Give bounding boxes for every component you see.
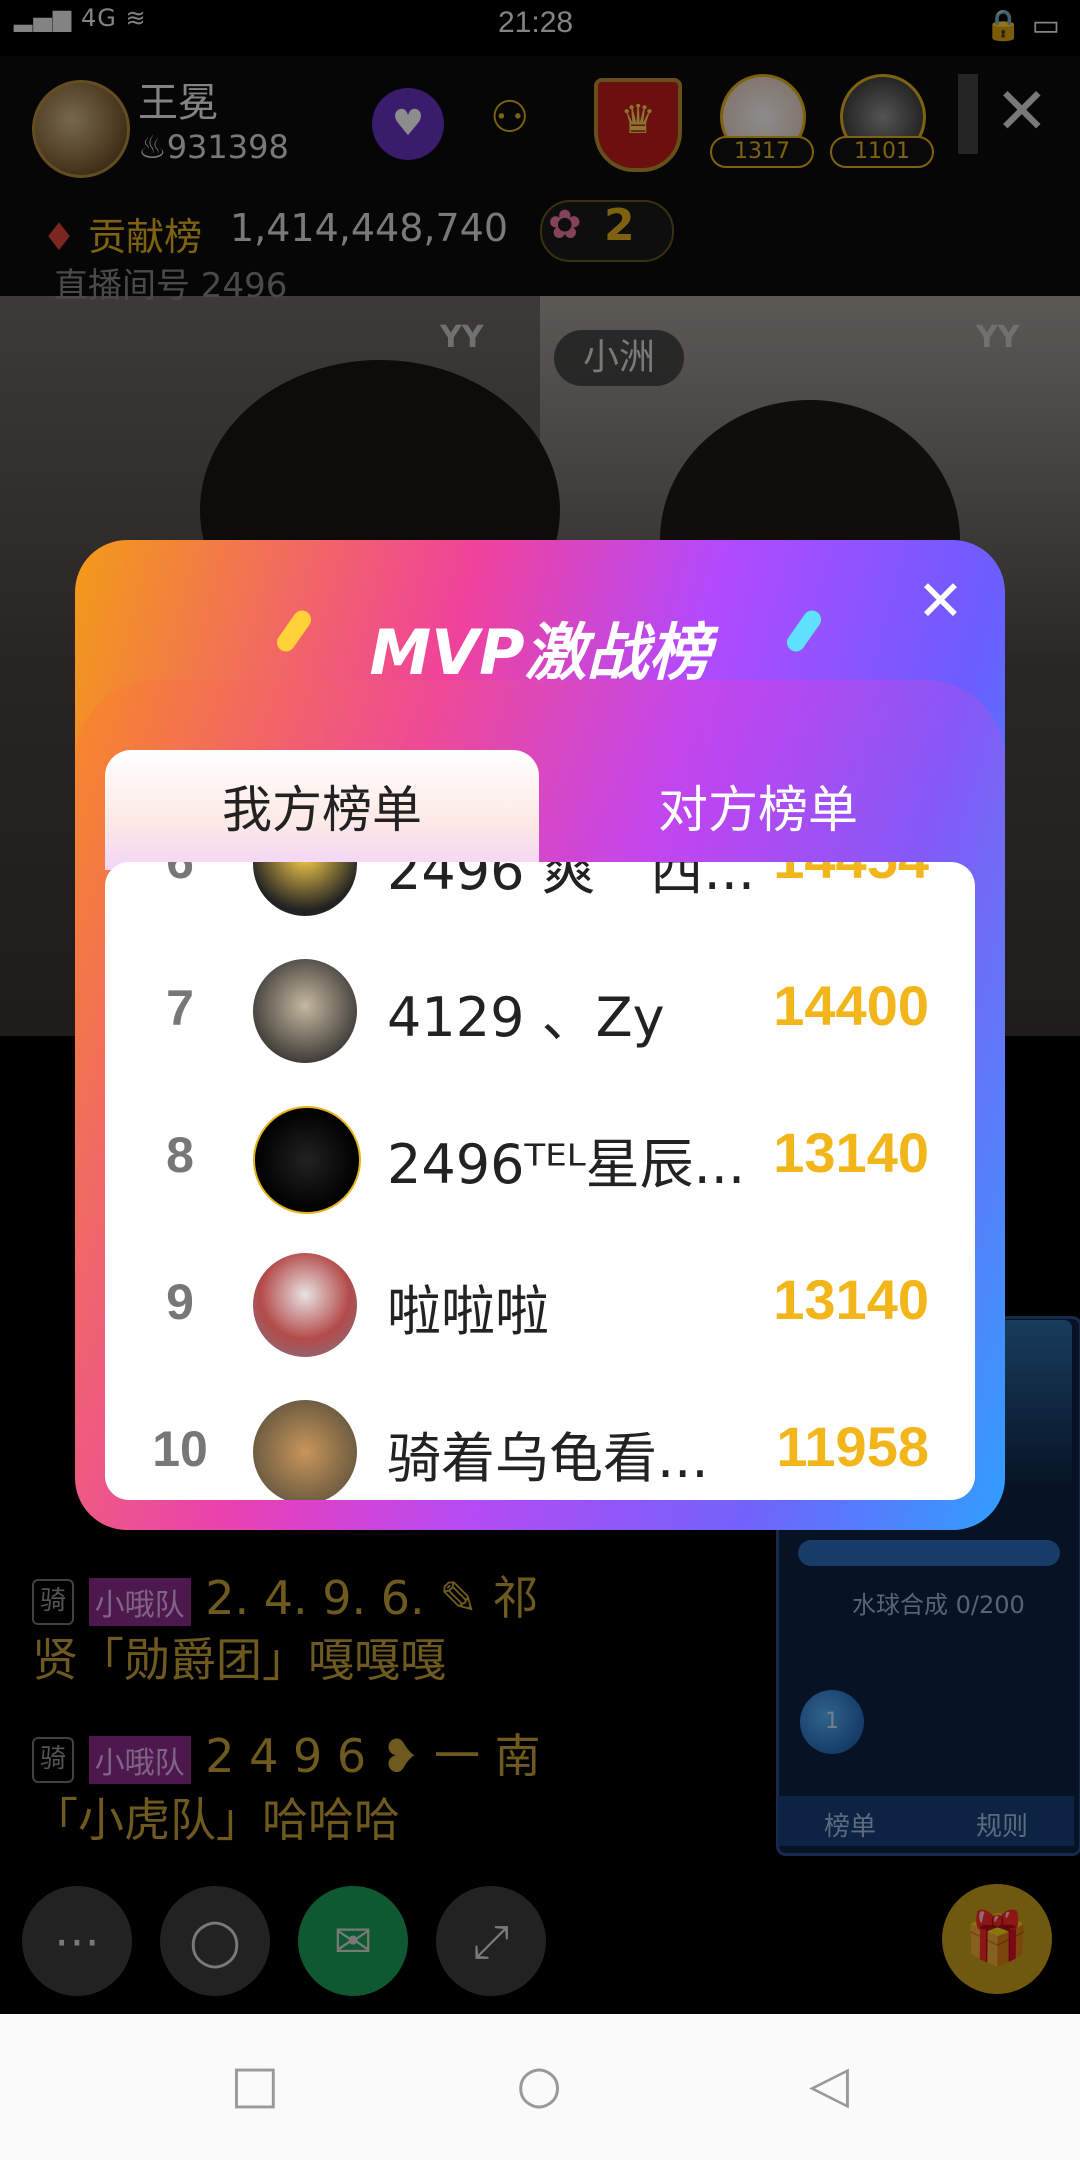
user-name: 2496ᵀᴱᴸ星辰... (387, 1133, 746, 1196)
recent-apps-icon[interactable]: □ (230, 2059, 280, 2111)
dialog-close-icon[interactable]: ✕ (917, 574, 964, 630)
rank-number: 9 (166, 1274, 194, 1330)
user-score: 13140 (773, 1268, 929, 1331)
tab-our-list[interactable]: 我方榜单 (105, 750, 539, 870)
home-icon[interactable]: ○ (514, 2059, 564, 2111)
user-avatar (253, 1106, 361, 1214)
list-item[interactable]: 10 骑着乌龟看... 11958 (105, 1376, 975, 1500)
user-name: 骑着乌龟看... (387, 1427, 709, 1490)
user-avatar (253, 862, 357, 916)
rank-number: 7 (166, 980, 194, 1036)
user-avatar (253, 1400, 357, 1500)
user-avatar (253, 959, 357, 1063)
list-item[interactable]: 7 4129 、Zy 14400 (105, 935, 975, 1082)
list-item[interactable]: 6 2496 爽゛西... 14454 (105, 862, 975, 935)
rank-number: 6 (145, 862, 215, 890)
user-name: 2496 爽゛西... (387, 862, 756, 902)
list-item[interactable]: 9 啦啦啦 13140 (105, 1229, 975, 1376)
leaderboard-list[interactable]: 6 2496 爽゛西... 14454 7 4129 、Zy 14400 8 2… (105, 862, 975, 1500)
rank-number: 8 (166, 1127, 194, 1183)
user-avatar (253, 1253, 357, 1357)
user-score: 13140 (773, 1121, 929, 1184)
back-icon[interactable]: ◁ (804, 2059, 854, 2111)
dialog-title: MVP激战榜 (369, 616, 711, 689)
user-name: 啦啦啦 (387, 1280, 549, 1343)
user-score: 14400 (773, 974, 929, 1037)
mvp-leaderboard-dialog: MVP激战榜 ✕ 我方榜单 对方榜单 6 2496 爽゛西... 14454 7… (75, 540, 1005, 1530)
user-score: 14454 (773, 862, 929, 891)
user-score: 11958 (776, 1415, 929, 1478)
user-name: 4129 、Zy (387, 986, 665, 1049)
tab-opponent-list[interactable]: 对方榜单 (539, 750, 977, 870)
list-item[interactable]: 8 2496ᵀᴱᴸ星辰... 13140 (105, 1082, 975, 1229)
rank-number: 10 (152, 1421, 208, 1477)
